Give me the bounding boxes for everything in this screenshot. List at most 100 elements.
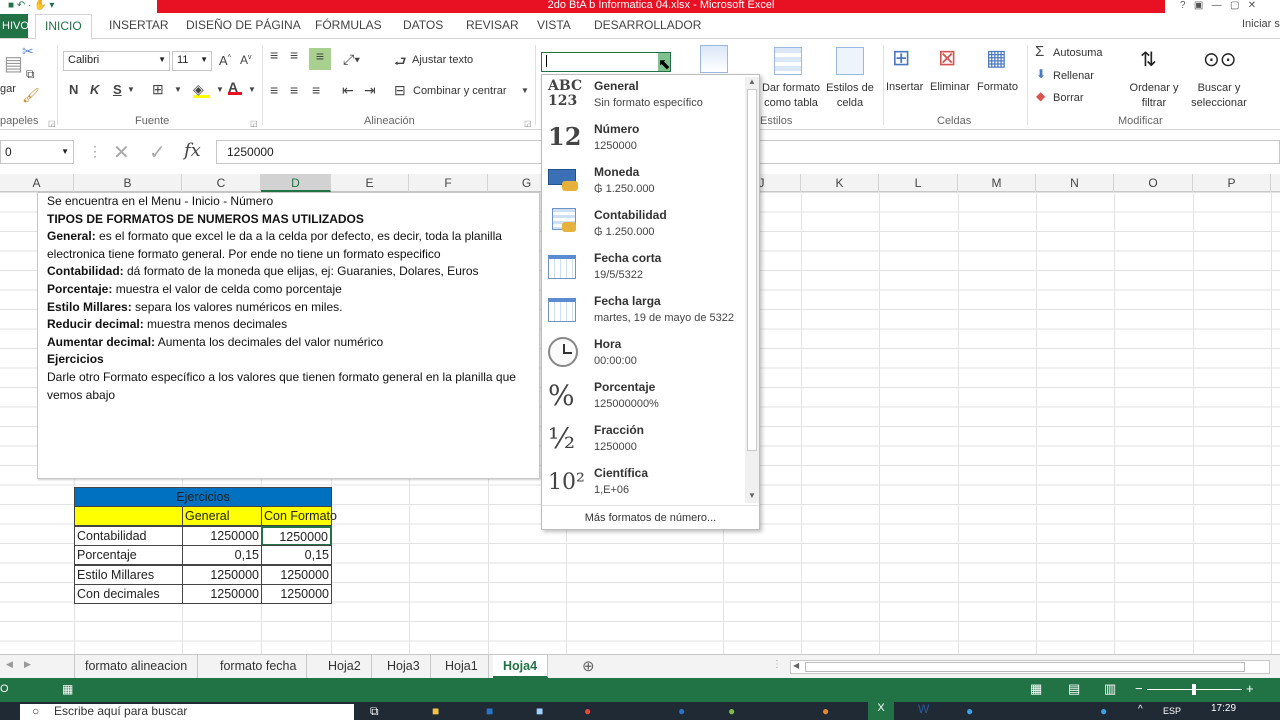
add-sheet-icon[interactable]: ⊕ [582,657,595,675]
sort-filter-icon[interactable]: ⇅ [1140,47,1168,75]
column-header-a[interactable]: A [0,174,74,192]
format-option-fraccion[interactable]: ½ Fracción 1250000 [542,419,745,462]
scroll-right-icon[interactable]: ▶ [24,659,31,670]
column-header-e[interactable]: E [331,174,409,192]
column-header-n[interactable]: N [1036,174,1114,192]
table-row-label[interactable]: Estilo Millares [74,565,183,585]
horizontal-scrollbar[interactable]: ◀ [790,660,1270,674]
sheet-tab[interactable]: Hoja3 [377,655,431,678]
alignment-launcher-icon[interactable]: ◲ [524,119,532,128]
column-header-o[interactable]: O [1114,174,1193,192]
align-middle-icon[interactable]: ≡ [290,47,298,63]
table-row-general[interactable]: 0,15 [182,545,262,565]
insert-button[interactable]: Insertar [886,81,923,93]
fill-icon[interactable]: ⬇ [1036,67,1046,81]
chrome-icon[interactable]: ● [584,704,591,718]
app-icon[interactable]: ● [728,704,735,718]
delete-cells-icon[interactable]: ⊠ [938,45,966,73]
excel-taskbar-icon[interactable]: X [868,702,894,720]
table-row-general[interactable]: 1250000 [182,526,262,546]
wrap-text-icon[interactable]: ⮐ [394,51,407,75]
fill-color-icon[interactable]: ◈ [193,81,209,98]
column-header-f[interactable]: F [409,174,488,192]
number-format-box[interactable] [541,52,671,72]
tray-chevron-icon[interactable]: ^ [1138,704,1143,715]
sheet-tab[interactable]: formato fecha [210,655,308,678]
scroll-left-icon[interactable]: ◀ [6,659,13,670]
table-header-general[interactable]: General [182,506,262,526]
enter-check-icon[interactable]: ✓ [149,140,166,165]
chevron-down-icon[interactable]: ▼ [521,86,529,95]
format-painter-icon[interactable]: 🖌 [22,87,40,104]
align-left-icon[interactable]: ≡ [270,82,278,98]
format-option-moneda[interactable]: Moneda ₲ 1.250.000 [542,161,745,204]
format-option-cientifica[interactable]: 10² Científica 1,E+06 [542,462,745,505]
normal-view-icon[interactable]: ▦ [1030,681,1042,697]
zoom-in-icon[interactable]: + [1246,681,1254,696]
edge-icon[interactable]: ● [966,704,973,718]
paste-icon[interactable]: ▤ [4,51,23,76]
sign-in-link[interactable]: Iniciar s [1242,18,1280,30]
column-header-b[interactable]: B [74,174,182,192]
find-select-button[interactable]: Buscar y seleccionar [1184,81,1254,111]
align-right-icon[interactable]: ≡ [312,82,320,98]
font-color-icon[interactable]: A [228,79,242,95]
cut-icon[interactable]: ✂ [22,43,34,60]
column-header-k[interactable]: K [801,174,879,192]
insert-function-icon[interactable]: fx [184,140,201,161]
column-header-l[interactable]: L [879,174,958,192]
merge-center-icon[interactable]: ⊟ [394,82,406,99]
column-header-d[interactable]: D [261,174,331,192]
eraser-icon[interactable]: ◆ [1036,89,1045,103]
file-explorer-icon[interactable]: ■ [432,704,439,718]
language-indicator[interactable]: ESP [1163,706,1181,716]
app-icon[interactable]: ● [822,704,829,718]
copy-icon[interactable]: ⧉ [26,67,35,82]
format-option-fecha-larga[interactable]: Fecha larga martes, 19 de mayo de 5322 [542,290,745,333]
quick-access-toolbar[interactable]: ■ ↶ · ✋ ▾ [8,0,54,11]
task-view-icon[interactable]: ⧉ [370,704,379,719]
find-binoculars-icon[interactable]: ⊙⊙ [1203,47,1237,75]
autosum-icon[interactable]: Σ [1035,43,1044,60]
table-row-format-selected[interactable]: 1250000 [261,526,332,546]
window-controls[interactable]: ? ▣ — ▢ ✕ [1180,0,1256,11]
table-row-format[interactable]: 0,15 [261,545,332,565]
format-button[interactable]: Formato [977,81,1018,93]
clock[interactable]: 17:29 [1211,703,1236,714]
increase-indent-icon[interactable]: ⇥ [364,82,376,99]
chevron-down-icon[interactable]: ▼ [216,85,224,94]
store-icon[interactable]: ■ [536,704,543,718]
underline-button[interactable]: S [113,82,122,97]
tab-datos[interactable]: DATOS [403,18,443,32]
format-option-hora[interactable]: Hora 00:00:00 [542,333,745,376]
help-icon[interactable]: ● [1100,704,1107,718]
format-option-fecha-corta[interactable]: Fecha corta 19/5/5322 [542,247,745,290]
format-option-contabilidad[interactable]: Contabilidad ₲ 1.250.000 [542,204,745,247]
italic-button[interactable]: K [90,82,99,97]
align-top-icon[interactable]: ≡ [270,47,278,63]
cancel-icon[interactable]: ✕ [113,140,130,165]
table-header-empty[interactable] [74,506,183,526]
tab-inicio[interactable]: INICIO [35,14,92,40]
tab-vista[interactable]: VISTA [537,18,571,32]
conditional-format-icon[interactable] [700,45,728,73]
table-row-label[interactable]: Con decimales [74,584,183,604]
increase-font-icon[interactable]: A^ [219,53,231,68]
scroll-up-icon[interactable]: ▲ [748,77,756,86]
zoom-out-icon[interactable]: − [1135,681,1143,696]
tab-formulas[interactable]: FÓRMULAS [315,18,382,32]
table-row-label[interactable]: Contabilidad [74,526,183,546]
word-taskbar-icon[interactable]: W [918,702,929,716]
align-bottom-icon[interactable]: ≡ [309,48,331,70]
delete-button[interactable]: Eliminar [930,81,970,93]
zoom-slider-thumb[interactable] [1192,684,1196,695]
macro-record-icon[interactable]: ▦ [62,682,73,696]
format-option-numero[interactable]: 12 Número 1250000 [542,118,745,161]
column-header-m[interactable]: M [958,174,1036,192]
merge-center-button[interactable]: Combinar y centrar [413,85,507,97]
page-layout-icon[interactable]: ▤ [1068,681,1080,697]
decrease-indent-icon[interactable]: ⇤ [342,82,354,99]
format-option-general[interactable]: ABC 123 General Sin formato específico [542,75,745,118]
scroll-down-icon[interactable]: ▼ [748,491,756,500]
format-cells-icon[interactable]: ▦ [986,45,1014,73]
